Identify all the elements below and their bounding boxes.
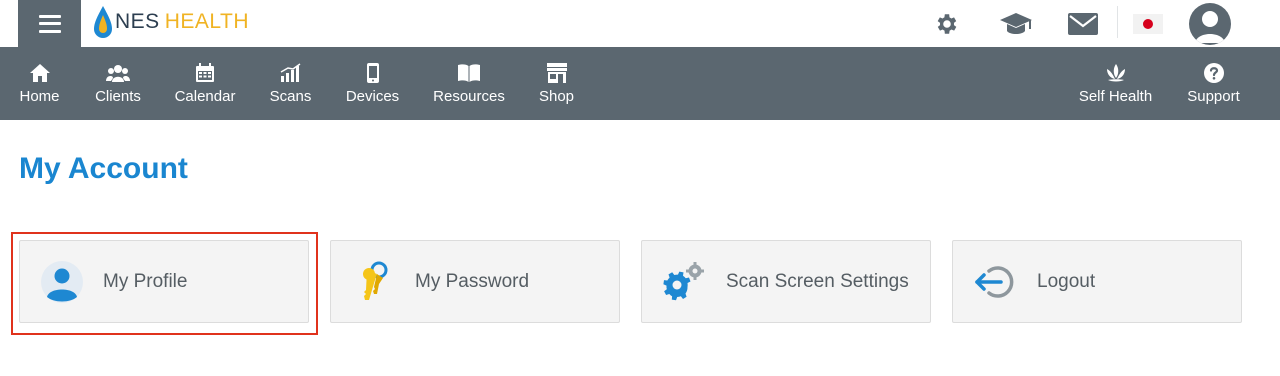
bar-chart-icon [280,62,302,84]
main-nav: Home Clients Calendar Scans Devices Reso… [0,47,1280,120]
card-label: Logout [1037,270,1096,292]
nav-label: Clients [95,88,141,105]
brand-name-part1: NES [115,10,160,33]
calendar-icon [195,62,215,84]
education-button[interactable] [997,0,1035,47]
page-title: My Account [19,152,188,185]
home-icon [29,62,51,84]
user-menu-button[interactable] [1188,0,1232,47]
hamburger-icon [38,14,61,33]
lotus-icon [1104,62,1128,84]
messages-button[interactable] [1066,0,1100,47]
nav-item-scans[interactable]: Scans [270,47,311,120]
book-icon [457,62,481,84]
mail-icon [1068,12,1098,35]
nav-label: Self Health [1078,88,1153,105]
nav-label: Resources [433,88,505,105]
store-icon [546,62,568,84]
nav-label: Scans [269,88,312,105]
header-divider [1117,6,1118,38]
mobile-icon [366,62,380,84]
cogs-icon [662,260,706,304]
nav-label: Devices [345,88,400,105]
language-button[interactable] [1131,0,1165,47]
keys-icon [353,260,397,304]
nav-item-clients[interactable]: Clients [95,47,141,120]
nav-item-shop[interactable]: Shop [538,47,575,120]
nav-item-self-health[interactable]: Self Health [1079,47,1152,120]
brand-name-part2: HEALTH [164,10,249,33]
nav-item-support[interactable]: Support [1186,47,1241,120]
card-label: Scan Screen Settings [726,270,909,292]
my-profile-card[interactable]: My Profile [19,240,309,323]
scan-screen-settings-card[interactable]: Scan Screen Settings [641,240,931,323]
nav-label: Shop [538,88,575,105]
top-bar: NES HEALTH [0,0,1280,47]
question-circle-icon [1203,62,1225,84]
users-icon [106,62,130,84]
nav-item-resources[interactable]: Resources [433,47,505,120]
brand-logo[interactable]: NES HEALTH [93,5,249,39]
settings-button[interactable] [930,0,964,47]
nav-item-home[interactable]: Home [19,47,60,120]
japan-flag-icon [1133,13,1163,34]
menu-button[interactable] [18,0,81,47]
nav-item-calendar[interactable]: Calendar [175,47,235,120]
graduation-cap-icon [1000,12,1032,34]
logout-card[interactable]: Logout [952,240,1242,323]
drop-logo-icon [94,6,112,38]
nav-label: Calendar [174,88,236,105]
logout-icon [973,260,1017,304]
card-label: My Profile [103,270,188,292]
my-password-card[interactable]: My Password [330,240,620,323]
card-label: My Password [415,270,530,292]
nav-label: Home [19,88,60,105]
nav-item-devices[interactable]: Devices [346,47,399,120]
gear-icon [937,13,957,34]
user-circle-icon [40,260,84,304]
user-avatar-icon [1189,2,1231,45]
nav-label: Support [1187,88,1240,105]
